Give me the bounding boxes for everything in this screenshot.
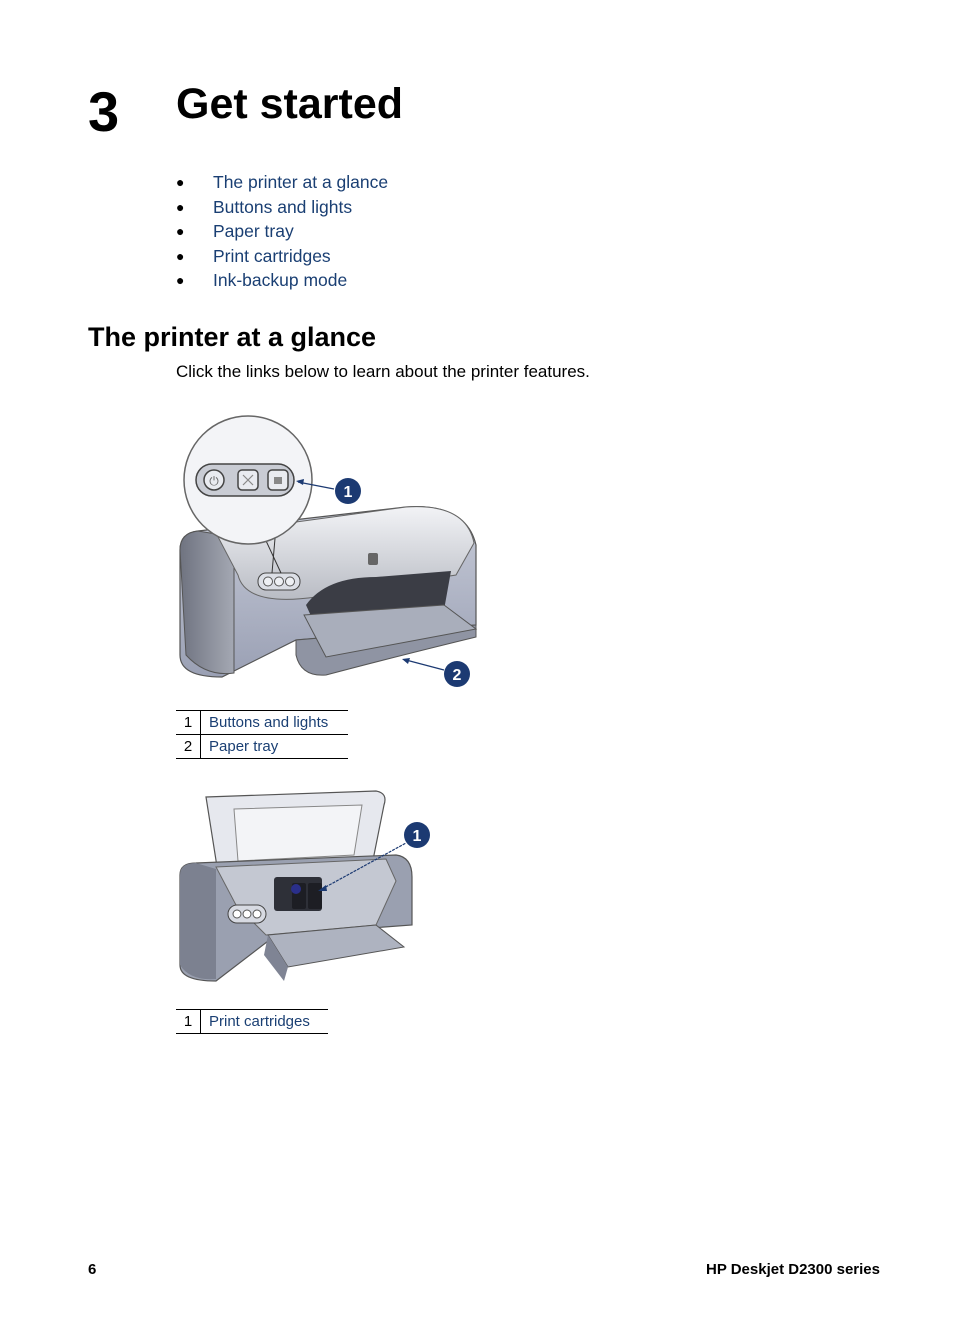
- toc-link-ink-backup-mode[interactable]: Ink-backup mode: [213, 269, 347, 294]
- table-row: 1 Buttons and lights: [176, 710, 348, 735]
- section-heading: The printer at a glance: [88, 322, 377, 352]
- footer-product-name: HP Deskjet D2300 series: [705, 1261, 880, 1278]
- toc-link-buttons-and-lights[interactable]: Buttons and lights: [213, 196, 352, 221]
- figure2-callout-table: 1 Print cartridges: [176, 1009, 328, 1034]
- bullet-icon: ●: [176, 198, 185, 215]
- toc-item: ● Print cartridges: [176, 245, 388, 270]
- page-number: 6: [88, 1261, 97, 1278]
- callout-1-label: 1: [413, 828, 422, 845]
- hp-logo-icon: [368, 553, 378, 565]
- table-row: 1 Print cartridges: [176, 1009, 328, 1034]
- bullet-icon: ●: [176, 272, 185, 288]
- svg-text:⏻: ⏻: [209, 474, 219, 488]
- bullet-icon: ●: [176, 247, 185, 264]
- toc-link-print-cartridges[interactable]: Print cartridges: [213, 245, 331, 270]
- callout-number: 1: [176, 710, 201, 735]
- toc-link-paper-tray[interactable]: Paper tray: [213, 220, 294, 245]
- printer-cartridges-illustration: 1: [176, 785, 434, 990]
- toc-link-printer-at-a-glance[interactable]: The printer at a glance: [213, 171, 388, 196]
- callout-number: 2: [176, 734, 201, 759]
- chapter-title: Get started: [176, 80, 404, 128]
- chapter-toc: ● The printer at a glance ● Buttons and li…: [176, 171, 388, 294]
- table-row: 2 Paper tray: [176, 734, 348, 759]
- printer-exterior-illustration: ⏻ 1 2: [176, 415, 480, 690]
- callout-link-paper-tray[interactable]: Paper tray: [209, 738, 278, 755]
- callout-2-label: 2: [453, 667, 462, 684]
- section-intro: Click the links below to learn about the…: [176, 362, 590, 381]
- callout-number: 1: [176, 1009, 201, 1034]
- callout-link-print-cartridges[interactable]: Print cartridges: [209, 1013, 310, 1030]
- toc-item: ● Buttons and lights: [176, 196, 388, 221]
- callout-1-label: 1: [344, 484, 353, 501]
- toc-item: ● Paper tray: [176, 220, 388, 245]
- bullet-icon: ●: [176, 223, 185, 239]
- bullet-icon: ●: [176, 174, 185, 190]
- toc-item: ● The printer at a glance: [176, 171, 388, 196]
- callout-link-buttons-and-lights[interactable]: Buttons and lights: [209, 714, 328, 731]
- toc-item: ● Ink-backup mode: [176, 269, 388, 294]
- figure1-callout-table: 1 Buttons and lights 2 Paper tray: [176, 710, 348, 759]
- chapter-number: 3: [88, 80, 120, 143]
